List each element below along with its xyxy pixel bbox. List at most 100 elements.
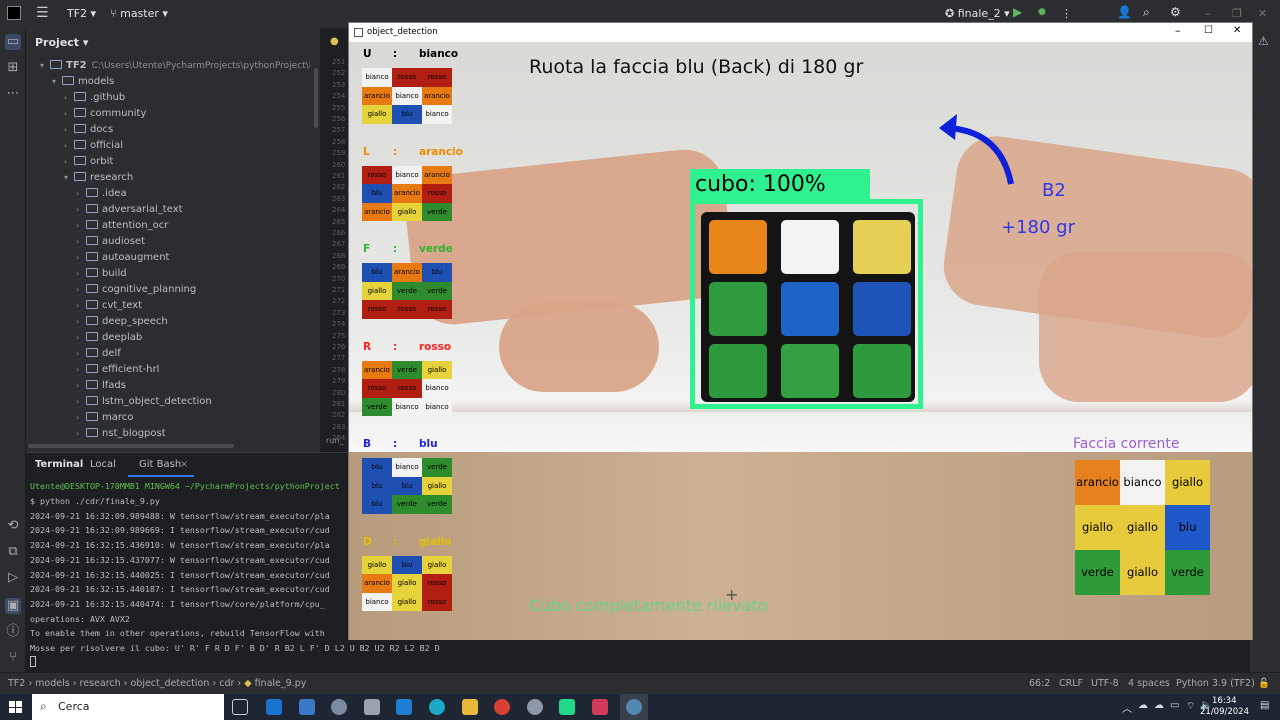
chevron-right-icon[interactable]: › (76, 301, 86, 310)
tree-item[interactable]: › cvt_text (76, 300, 142, 316)
tab-git-bash[interactable]: Git Bash (139, 459, 181, 470)
chevron-right-icon[interactable]: › (64, 109, 74, 118)
run-tool-icon[interactable]: ▷ (5, 570, 21, 586)
clock-date[interactable]: 21/09/2024 (1200, 707, 1249, 717)
chevron-right-icon[interactable]: › (76, 205, 86, 214)
tree-item[interactable]: › .idea (76, 188, 127, 204)
git-icon[interactable]: ⑂ (5, 650, 21, 666)
line-separator[interactable]: CRLF (1059, 678, 1083, 689)
tree-item[interactable]: ▾ models (52, 76, 114, 92)
tree-item[interactable]: › efficient-hrl (76, 364, 159, 380)
onedrive-icon[interactable]: ☁ (1154, 700, 1164, 711)
app-icon[interactable] (331, 699, 347, 715)
tree-item[interactable]: › lfads (76, 380, 126, 396)
notification-center-icon[interactable]: ▤ (1260, 700, 1269, 711)
breadcrumb-item[interactable]: models (35, 678, 70, 689)
tree-item[interactable]: › cognitive_planning (76, 284, 196, 300)
chevron-right-icon[interactable]: › (76, 381, 86, 390)
file-explorer-icon[interactable] (462, 699, 478, 715)
media-app-icon[interactable] (592, 699, 608, 715)
maximize-ide-icon[interactable]: ❐ (1232, 7, 1242, 20)
chevron-right-icon[interactable]: › (76, 397, 86, 406)
folder-icon[interactable]: ▭ (5, 34, 21, 50)
breadcrumb-item[interactable]: finale_9.py (255, 678, 307, 689)
branch-selector[interactable]: ⑂ master ▾ (110, 7, 168, 20)
minimize-icon[interactable]: – (1175, 24, 1181, 37)
chevron-right-icon[interactable]: › (76, 221, 86, 230)
tree-item[interactable]: › orbit (64, 156, 113, 172)
maximize-icon[interactable]: ☐ (1204, 25, 1213, 36)
monitor-icon[interactable]: ▭ (1170, 700, 1179, 711)
indent-setting[interactable]: 4 spaces (1128, 678, 1170, 689)
edge-icon[interactable] (429, 699, 445, 715)
chevron-right-icon[interactable]: › (76, 253, 86, 262)
python-console-icon[interactable]: ⟲ (5, 518, 21, 534)
chevron-right-icon[interactable]: › (64, 125, 74, 134)
tree-item[interactable]: › official (64, 140, 123, 156)
gear-icon[interactable]: ⚙ (1170, 5, 1181, 19)
interpreter-selector[interactable]: Python 3.9 (TF2) (1176, 678, 1255, 689)
vscode-icon[interactable] (396, 699, 412, 715)
chevron-right-icon[interactable]: › (76, 429, 86, 438)
project-h-scrollbar[interactable] (28, 444, 234, 448)
problems-icon[interactable]: ⓘ (5, 624, 21, 640)
more-tools-icon[interactable]: ⋯ (5, 86, 21, 102)
chevron-right-icon[interactable]: › (64, 141, 74, 150)
close-ide-icon[interactable]: ✕ (1258, 7, 1267, 20)
editor-tab-icon[interactable]: ● (330, 36, 339, 47)
settings-app-icon[interactable] (527, 699, 543, 715)
chevron-right-icon[interactable]: › (76, 285, 86, 294)
tab-local[interactable]: Local (90, 459, 116, 470)
chevron-right-icon[interactable]: › (76, 189, 86, 198)
chevron-right-icon[interactable]: › (76, 413, 86, 422)
clock-time[interactable]: 16:34 (1212, 696, 1237, 706)
chevron-right-icon[interactable]: › (76, 349, 86, 358)
structure-icon[interactable]: ⊞ (5, 60, 21, 76)
tree-item[interactable]: › delf (76, 348, 121, 364)
close-icon[interactable]: ✕ (1233, 25, 1241, 36)
chevron-right-icon[interactable]: › (64, 157, 74, 166)
chrome-icon[interactable] (494, 699, 510, 715)
tree-item[interactable]: › marco (76, 412, 133, 428)
mail-icon[interactable] (266, 699, 282, 715)
tab-terminal[interactable]: Terminal (35, 459, 83, 470)
tree-item[interactable]: › adversarial_text (76, 204, 183, 220)
run-icon[interactable]: ▶ (1013, 5, 1022, 19)
terminal-cursor[interactable] (30, 656, 36, 667)
caret-position[interactable]: 66:2 (1029, 678, 1050, 689)
tree-item[interactable]: › lstm_object_detection (76, 396, 212, 412)
chevron-right-icon[interactable]: › (64, 93, 74, 102)
chevron-down-icon[interactable]: ▾ (40, 61, 50, 70)
taskbar-search-box[interactable]: ⌕ Cerca (32, 694, 224, 720)
chevron-right-icon[interactable]: › (76, 269, 86, 278)
project-scrollbar[interactable] (314, 68, 318, 128)
breadcrumb-item[interactable]: cdr (219, 678, 234, 689)
chevron-right-icon[interactable]: › (76, 333, 86, 342)
tree-item[interactable]: › build (76, 268, 127, 284)
layers-icon[interactable]: ⧉ (5, 544, 21, 560)
run-config-selector[interactable]: ✪ finale_2 ▾ (945, 7, 1010, 20)
tree-item[interactable]: › .github (64, 92, 125, 108)
calculator-icon[interactable] (299, 699, 315, 715)
tree-item[interactable]: › autoaugment (76, 252, 169, 268)
notifications-icon[interactable]: ⚠ (1258, 34, 1269, 48)
terminal-icon[interactable]: ▣ (5, 598, 21, 614)
project-selector[interactable]: TF2 ▾ (67, 7, 96, 20)
tree-item[interactable]: › deep_speech (76, 316, 168, 332)
add-user-icon[interactable]: 👤 (1117, 5, 1132, 19)
tree-item[interactable]: › audioset (76, 236, 145, 252)
minimize-ide-icon[interactable]: – (1205, 7, 1211, 20)
breadcrumb-item[interactable]: object_detection (130, 678, 209, 689)
main-menu-icon[interactable]: ☰ (36, 5, 49, 21)
pycharm-taskbar-icon[interactable] (559, 699, 575, 715)
chevron-right-icon[interactable]: › (76, 237, 86, 246)
close-tab-icon[interactable]: × (180, 459, 188, 470)
wifi-icon[interactable]: ⌔ (1186, 700, 1195, 713)
tree-item[interactable]: › nst_blogpost (76, 428, 166, 444)
usb-icon[interactable] (364, 699, 380, 715)
chevron-right-icon[interactable]: › (76, 365, 86, 374)
tree-item[interactable]: ▾ research (64, 172, 133, 188)
debug-icon[interactable]: ✹ (1037, 5, 1047, 19)
breadcrumb-item[interactable]: research (80, 678, 121, 689)
tray-chevron-icon[interactable]: ︿ (1122, 700, 1132, 715)
